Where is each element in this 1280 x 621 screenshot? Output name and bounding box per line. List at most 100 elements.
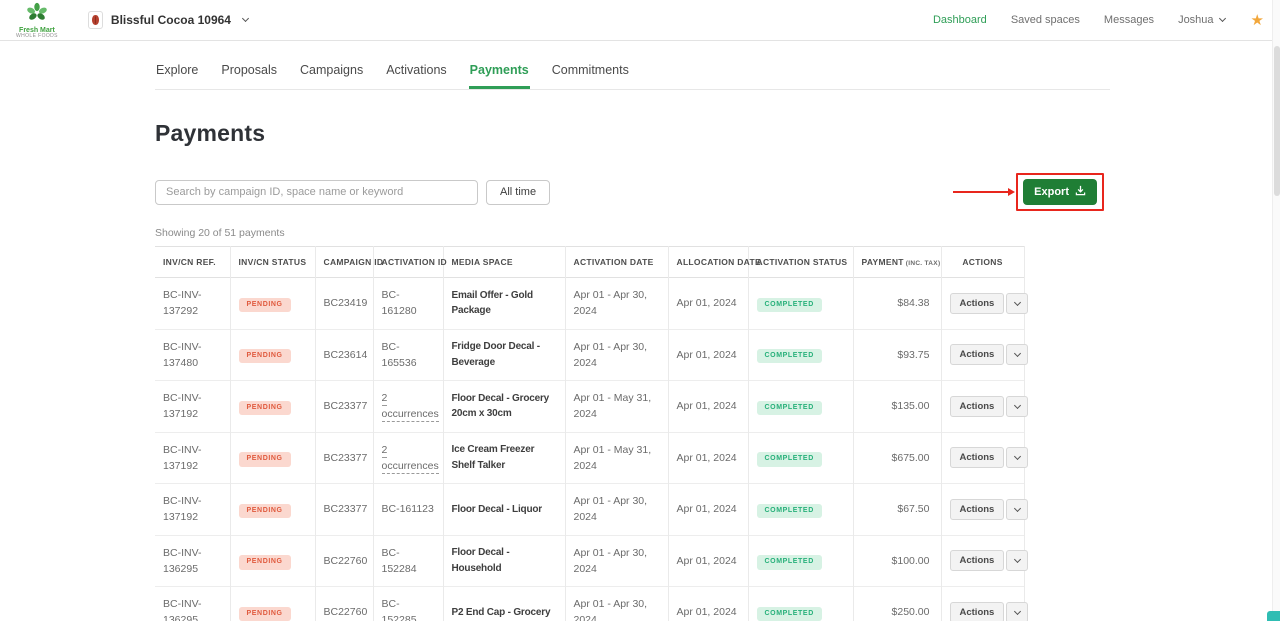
tab-payments[interactable]: Payments [469,63,530,89]
chevron-down-icon [1014,608,1021,615]
status-badge-pending: PENDING [239,452,291,466]
status-badge-pending: PENDING [239,555,291,569]
column-header: MEDIA SPACE [443,247,565,278]
activation-date: Apr 01 - May 31, 2024 [574,442,660,475]
user-menu[interactable]: Joshua [1178,14,1224,26]
actions-button[interactable]: Actions [950,396,1005,417]
actions-dropdown-button[interactable] [1006,499,1028,520]
status-badge-completed: COMPLETED [757,504,822,518]
page-title: Payments [155,120,1110,147]
tab-campaigns[interactable]: Campaigns [299,63,364,89]
activation-date-cell: Apr 01 - Apr 30, 2024 [565,329,668,381]
column-label: PAYMENT [862,257,904,267]
column-header: ACTIVATION STATUS [748,247,853,278]
activation-date-cell: Apr 01 - Apr 30, 2024 [565,484,668,536]
activation-id[interactable]: BC-152284 [382,547,417,575]
allocation-date: Apr 01, 2024 [668,432,748,484]
topbar: Fresh Mart Whole Foods Blissful Cocoa 10… [0,0,1280,41]
brand-label: Blissful Cocoa 10964 [111,13,231,27]
floating-widget[interactable] [1267,611,1280,621]
column-header: CAMPAIGN ID [315,247,373,278]
activation-date: Apr 01 - Apr 30, 2024 [574,287,660,320]
allocation-date: Apr 01, 2024 [668,484,748,536]
activation-id-cell: 2 occurrences [373,432,443,484]
payment-amount: $675.00 [853,432,941,484]
table-header-row: INV/CN REF. INV/CN STATUSCAMPAIGN ID ACTIV… [155,247,1024,278]
column-label: INV/CN REF. [163,257,216,267]
status-badge-completed: COMPLETED [757,607,822,621]
nav-messages[interactable]: Messages [1104,14,1154,26]
invcn-ref: BC-INV-136295 [155,535,230,587]
activation-status-cell: COMPLETED [748,329,853,381]
export-button[interactable]: Export [1023,179,1097,205]
actions-dropdown-button[interactable] [1006,293,1028,314]
column-header: INV/CN STATUS [230,247,315,278]
activation-id[interactable]: 2 occurrences [382,392,439,422]
column-header: ALLOCATION DATE [668,247,748,278]
favorites-star-icon[interactable]: ★ [1251,13,1264,28]
time-filter-button[interactable]: All time [486,180,550,205]
actions-dropdown-button[interactable] [1006,550,1028,571]
payment-amount: $250.00 [853,587,941,621]
actions-button[interactable]: Actions [950,344,1005,365]
actions-button[interactable]: Actions [950,499,1005,520]
campaign-id: BC23377 [315,484,373,536]
section-tabs: Explore Proposals Campaigns Activations … [155,41,1110,90]
table-row: BC-INV-136295 PENDING BC22760 BC-152284 … [155,535,1024,587]
page-scrollbar[interactable] [1272,0,1280,621]
user-name: Joshua [1178,14,1213,26]
actions-dropdown-button[interactable] [1006,602,1028,621]
actions-button[interactable]: Actions [950,602,1005,621]
actions-dropdown-button[interactable] [1006,447,1028,468]
actions-dropdown-button[interactable] [1006,396,1028,417]
download-icon [1075,185,1086,199]
status-badge-completed: COMPLETED [757,349,822,363]
nav-saved-spaces[interactable]: Saved spaces [1011,14,1080,26]
tab-commitments[interactable]: Commitments [551,63,630,89]
tab-explore[interactable]: Explore [155,63,199,89]
invcn-ref: BC-INV-137192 [155,484,230,536]
annotation-arrow [953,191,1009,193]
column-header: INV/CN REF. [155,247,230,278]
actions-button[interactable]: Actions [950,550,1005,571]
column-label: ALLOCATION DATE [677,257,761,267]
activation-id[interactable]: 2 occurrences [382,444,439,474]
activation-id[interactable]: BC-165536 [382,341,417,369]
campaign-id: BC22760 [315,587,373,621]
activation-id[interactable]: BC-152285 [382,598,417,621]
nav-dashboard[interactable]: Dashboard [933,14,987,26]
media-space: Email Offer - Gold Package [443,278,565,330]
payment-amount: $100.00 [853,535,941,587]
activation-id-cell: BC-161123 [373,484,443,536]
activation-id[interactable]: BC-161280 [382,289,417,317]
scrollbar-thumb[interactable] [1274,46,1280,196]
allocation-date: Apr 01, 2024 [668,535,748,587]
column-label: ACTIVATION STATUS [757,257,848,267]
actions-button[interactable]: Actions [950,293,1005,314]
search-input[interactable] [155,180,478,205]
tab-proposals[interactable]: Proposals [220,63,278,89]
actions-cell: Actions [941,432,1024,484]
invcn-ref: BC-INV-136295 [155,587,230,621]
status-badge-completed: COMPLETED [757,401,822,415]
status-badge-completed: COMPLETED [757,298,822,312]
freshmart-logo[interactable]: Fresh Mart Whole Foods [16,2,58,39]
tab-activations[interactable]: Activations [385,63,447,89]
activation-status-cell: COMPLETED [748,535,853,587]
payment-amount: $135.00 [853,381,941,433]
column-header: ACTIONS [941,247,1024,278]
table-row: BC-INV-136295 PENDING BC22760 BC-152285 … [155,587,1024,621]
actions-button[interactable]: Actions [950,447,1005,468]
activation-id[interactable]: BC-161123 [382,503,434,515]
activation-id-cell: BC-152284 [373,535,443,587]
campaign-id: BC22760 [315,535,373,587]
table-row: BC-INV-137192 PENDING BC23377 2 occurren… [155,432,1024,484]
column-label: MEDIA SPACE [452,257,513,267]
campaign-id: BC23419 [315,278,373,330]
brand-selector[interactable]: Blissful Cocoa 10964 [88,11,248,29]
actions-dropdown-button[interactable] [1006,344,1028,365]
media-space: P2 End Cap - Grocery [443,587,565,621]
activation-id-cell: 2 occurrences [373,381,443,433]
payment-amount: $67.50 [853,484,941,536]
status-badge-pending: PENDING [239,298,291,312]
